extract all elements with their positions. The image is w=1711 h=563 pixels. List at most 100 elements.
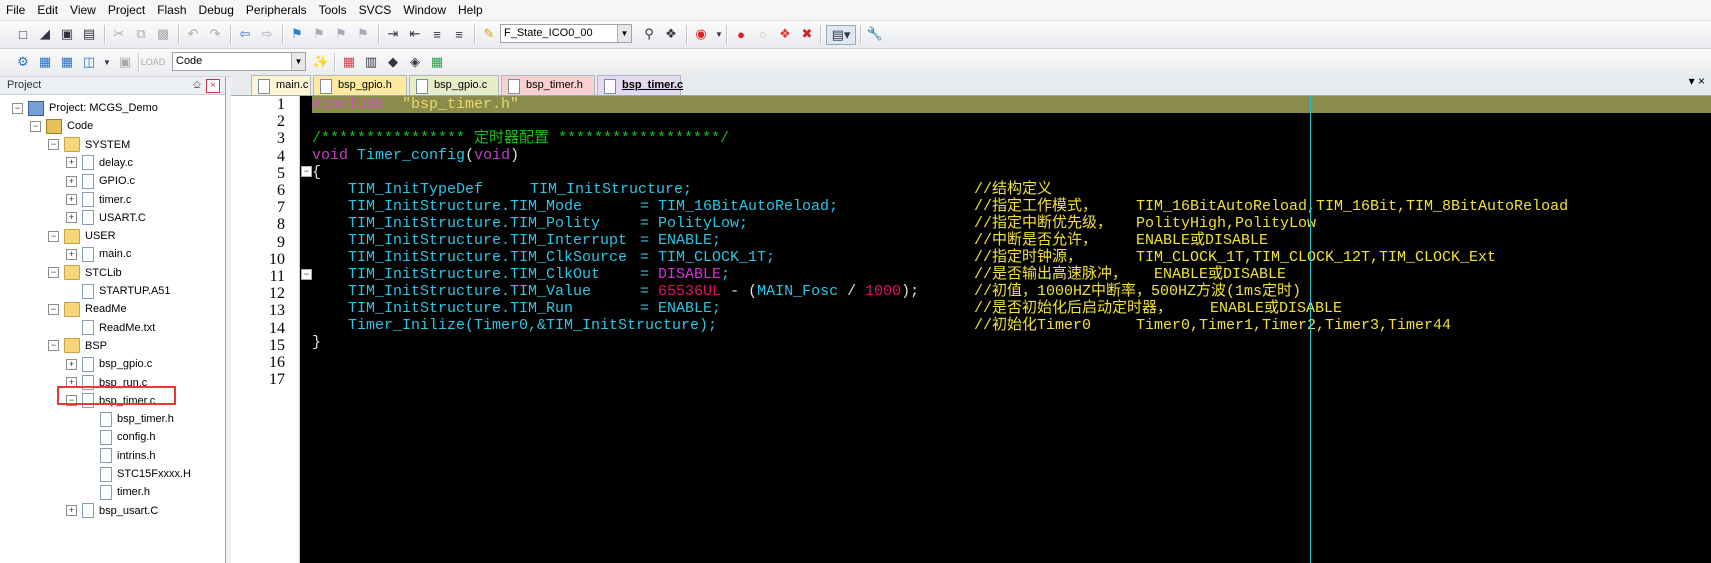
tree-item[interactable]: intrins.h [84, 447, 156, 465]
open-file-icon[interactable]: ◢ [36, 25, 54, 43]
expand-icon[interactable]: + [66, 194, 77, 205]
menu-project[interactable]: Project [102, 0, 151, 20]
tree-item[interactable]: + bsp_gpio.c [66, 355, 152, 373]
tree-item[interactable]: bsp_timer.h [84, 410, 174, 428]
copy-icon[interactable]: ⧉ [132, 25, 150, 43]
group-combo[interactable]: Code ▼ [172, 52, 306, 71]
tree-item[interactable]: − STCLib [48, 264, 122, 282]
expand-icon[interactable]: + [66, 505, 77, 517]
pin-icon[interactable]: ⎐ [193, 77, 201, 94]
menu-file[interactable]: File [0, 0, 31, 20]
tree-item[interactable]: − USER [48, 227, 116, 245]
menu-edit[interactable]: Edit [31, 0, 64, 20]
uncomment-icon[interactable]: ≡ [450, 25, 468, 43]
tab-main-c[interactable]: main.c [251, 75, 311, 95]
save-icon[interactable]: ▣ [58, 25, 76, 43]
breakpoint-disable-icon[interactable]: ○ [754, 25, 772, 43]
incremental-find-icon[interactable]: ❖ [662, 25, 680, 43]
menu-peripherals[interactable]: Peripherals [240, 0, 313, 20]
back-icon[interactable]: ⇦ [236, 25, 254, 43]
paste-icon[interactable]: ▩ [154, 25, 172, 43]
menu-tools[interactable]: Tools [313, 0, 353, 20]
bookmark-icon[interactable]: ⚑ [288, 25, 306, 43]
menu-help[interactable]: Help [452, 0, 489, 20]
manage-project-icon[interactable]: ▦ [340, 53, 358, 71]
download-icon[interactable]: LOAD [141, 53, 166, 71]
tab-bsp-timer-h[interactable]: bsp_timer.h [501, 75, 595, 95]
chevron-down-icon[interactable]: ▼ [291, 53, 305, 70]
manage-runtime-icon[interactable]: ◈ [406, 53, 424, 71]
tree-item[interactable]: − Project: MCGS_Demo [12, 99, 158, 117]
pack-installer-icon[interactable]: ◆ [384, 53, 402, 71]
tree-item[interactable]: + USART.C [66, 209, 146, 227]
tree-item[interactable]: − SYSTEM [48, 136, 130, 154]
tree-item[interactable]: + GPIO.c [66, 172, 135, 190]
comment-icon[interactable]: ≡ [428, 25, 446, 43]
fold-icon[interactable]: − [301, 166, 312, 177]
tree-item[interactable]: + bsp_usart.C [66, 502, 158, 520]
tree-item[interactable]: ReadMe.txt [66, 319, 155, 337]
tree-item[interactable]: STARTUP.A51 [66, 282, 171, 300]
tree-item[interactable]: timer.h [84, 483, 150, 501]
debug-session-icon[interactable]: ◉ [692, 25, 710, 43]
collapse-icon[interactable]: − [48, 267, 59, 279]
build-icon[interactable]: ▦ [36, 53, 54, 71]
expand-icon[interactable]: + [66, 248, 77, 260]
unindent-icon[interactable]: ⇤ [406, 25, 424, 43]
expand-icon[interactable]: + [66, 157, 77, 169]
undo-icon[interactable]: ↶ [184, 25, 202, 43]
find-in-files-icon[interactable]: ✎ [480, 25, 498, 43]
translate-icon[interactable]: ⚙ [14, 53, 32, 71]
rebuild-icon[interactable]: ▦ [58, 53, 76, 71]
batch-build-icon[interactable]: ◫ [80, 53, 98, 71]
indent-icon[interactable]: ⇥ [384, 25, 402, 43]
menu-window[interactable]: Window [397, 0, 452, 20]
tab-controls[interactable]: ▾ × [1689, 74, 1705, 88]
select-device-icon[interactable]: ▥ [362, 53, 380, 71]
save-all-icon[interactable]: ▤ [80, 25, 98, 43]
tree-item[interactable]: + main.c [66, 245, 131, 263]
tree-item[interactable]: config.h [84, 428, 156, 446]
breakpoint-kill-all-icon[interactable]: ✖ [798, 25, 816, 43]
collapse-icon[interactable]: − [30, 120, 41, 132]
collapse-icon[interactable]: − [12, 102, 23, 114]
expand-icon[interactable]: + [66, 212, 77, 224]
configure-icon[interactable]: 🔧 [866, 25, 884, 43]
menu-debug[interactable]: Debug [193, 0, 240, 20]
expand-icon[interactable]: + [66, 175, 77, 187]
menu-view[interactable]: View [64, 0, 102, 20]
fold-icon[interactable]: − [301, 269, 312, 280]
collapse-icon[interactable]: − [48, 303, 59, 315]
bookmark-clear-icon[interactable]: ⚑ [354, 25, 372, 43]
target-options-icon[interactable]: ✨ [312, 53, 330, 71]
tab-bsp-timer-c[interactable]: bsp_timer.c [597, 75, 683, 95]
tree-item[interactable]: − ReadMe [48, 300, 127, 318]
menu-svcs[interactable]: SVCS [353, 0, 398, 20]
tree-item[interactable]: + timer.c [66, 191, 131, 209]
window-layout-icon[interactable]: ▤▾ [826, 25, 856, 45]
find-icon[interactable]: ⚲ [640, 25, 658, 43]
tab-bsp-gpio-c[interactable]: bsp_gpio.c [409, 75, 499, 95]
bookmark-next-icon[interactable]: ⚑ [332, 25, 350, 43]
tree-item[interactable]: + delay.c [66, 154, 133, 172]
bookmark-prev-icon[interactable]: ⚑ [310, 25, 328, 43]
tab-bsp-gpio-h[interactable]: bsp_gpio.h [313, 75, 407, 95]
tree-item[interactable]: STC15Fxxxx.H [84, 465, 191, 483]
menu-flash[interactable]: Flash [151, 0, 192, 20]
collapse-icon[interactable]: − [48, 139, 59, 151]
new-file-icon[interactable]: □ [14, 25, 32, 43]
code-area[interactable]: #include "bsp_timer.h" /****************… [312, 96, 1711, 563]
run-time-env-icon[interactable]: ▦ [428, 53, 446, 71]
chevron-down-icon[interactable]: ▼ [98, 53, 116, 71]
redo-icon[interactable]: ↷ [206, 25, 224, 43]
code-editor[interactable]: 1 2 3 4 5 6 7 8 9 10 11 12 13 14 15 16 17 − − #include "… [231, 96, 1711, 563]
expand-icon[interactable]: + [66, 358, 77, 370]
tree-item[interactable]: − BSP [48, 337, 107, 355]
close-icon[interactable]: × [206, 79, 220, 93]
target-combo[interactable]: F_State_ICO0_00 ▼ [500, 24, 632, 43]
tree-item[interactable]: − Code [30, 117, 93, 135]
stop-build-icon[interactable]: ▣ [116, 53, 134, 71]
collapse-icon[interactable]: − [48, 230, 59, 242]
cut-icon[interactable]: ✂ [110, 25, 128, 43]
chevron-down-icon[interactable]: ▼ [617, 25, 631, 42]
